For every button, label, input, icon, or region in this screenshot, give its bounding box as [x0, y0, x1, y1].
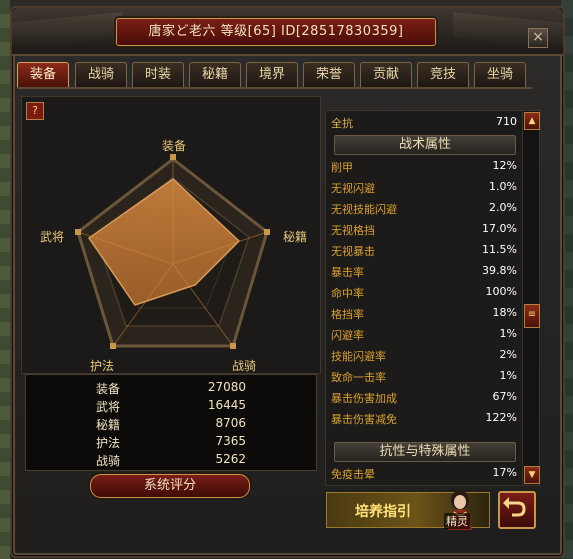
attribute-name: 免疫击晕	[331, 468, 375, 481]
window-title: 唐家ど老六 等级[65] ID[28517830359]	[116, 18, 436, 46]
attribute-value: 11.5%	[482, 243, 517, 256]
attribute-row: 技能闪避率 2%	[326, 345, 522, 366]
radar-label-guardian: 护法	[90, 359, 115, 373]
stat-value: 5262	[215, 452, 246, 466]
stat-row: 装备 27080	[26, 380, 316, 398]
tab-mount[interactable]: 坐骑	[474, 62, 526, 87]
attribute-row: 暴击伤害加成 67%	[326, 387, 522, 408]
attribute-value: 18%	[492, 306, 517, 319]
attribute-name: 无视暴击	[331, 245, 375, 258]
tab-realm[interactable]: 境界	[246, 62, 298, 87]
stat-row: 武将 16445	[26, 398, 316, 416]
tab-honor[interactable]: 荣誉	[303, 62, 355, 87]
attribute-value: 710	[496, 115, 517, 128]
return-arrow-icon	[503, 497, 526, 517]
attribute-name: 暴击伤害加成	[331, 392, 397, 405]
radar-label-secret-books: 秘籍	[283, 230, 308, 244]
tab-arena[interactable]: 竞技	[417, 62, 469, 87]
stat-name: 武将	[96, 400, 121, 414]
tab-contribution[interactable]: 贡献	[360, 62, 412, 87]
attribute-name: 格挡率	[331, 308, 364, 321]
attribute-name: 命中率	[331, 287, 364, 300]
attribute-value: 17.0%	[482, 222, 517, 235]
attribute-name: 削甲	[331, 161, 353, 174]
attribute-list: 全抗 710 战术属性 削甲 12% 无视闪避 1.0% 无视技能闪避 2.0% 无视…	[325, 110, 523, 486]
attribute-row: 命中率 100%	[326, 282, 522, 303]
attribute-name: 暴击伤害减免	[331, 413, 397, 426]
tab-secret-books[interactable]: 秘籍	[189, 62, 241, 87]
attribute-row: 格挡率 18%	[326, 303, 522, 324]
attribute-row-all-resist: 全抗 710	[326, 112, 522, 133]
system-rating-button[interactable]: 系统评分	[90, 474, 250, 498]
tab-divider	[17, 87, 532, 89]
scroll-thumb[interactable]: ≡	[524, 304, 540, 328]
attribute-value: 2.0%	[489, 201, 517, 214]
stat-value: 8706	[215, 416, 246, 430]
close-button[interactable]: ×	[528, 28, 548, 48]
attribute-row: 致命一击率 1%	[326, 366, 522, 387]
attribute-name: 全抗	[331, 117, 353, 130]
title-bar: 唐家ど老六 等级[65] ID[28517830359]	[12, 8, 563, 56]
stat-value: 7365	[215, 434, 246, 448]
stat-name: 装备	[96, 382, 121, 396]
stat-value: 27080	[207, 380, 246, 394]
attribute-value: 100%	[485, 285, 517, 298]
stat-row: 护法 7365	[26, 434, 316, 452]
tab-war-mount[interactable]: 战骑	[75, 62, 127, 87]
attribute-value: 39.8%	[482, 264, 517, 277]
attribute-row: 暴击伤害减免 122%	[326, 408, 522, 429]
attribute-name: 暴击率	[331, 266, 364, 279]
scroll-down-button[interactable]: ▼	[524, 466, 540, 484]
attribute-name: 无视技能闪避	[331, 203, 397, 216]
radar-label-general: 武将	[40, 230, 65, 244]
radar-label-war-mount: 战骑	[232, 359, 257, 373]
attribute-row: 暴击率 39.8%	[326, 261, 522, 282]
attribute-row: 削甲 12%	[326, 156, 522, 177]
stat-row: 战骑 5262	[26, 452, 316, 470]
cultivation-guide-label: 培养指引	[355, 504, 411, 520]
tab-fashion[interactable]: 时装	[132, 62, 184, 87]
attribute-name: 致命一击率	[331, 371, 386, 384]
backdrop-left	[0, 0, 10, 559]
attribute-name: 闪避率	[331, 329, 364, 342]
attribute-value: 122%	[485, 411, 517, 424]
section-header-resist-special: 抗性与特殊属性	[334, 442, 516, 462]
stat-row: 秘籍 8706	[26, 416, 316, 434]
scroll-up-button[interactable]: ▲	[524, 112, 540, 130]
attribute-row: 无视格挡 17.0%	[326, 219, 522, 240]
stat-value: 16445	[207, 398, 246, 412]
attribute-value: 17%	[492, 466, 517, 479]
return-button[interactable]	[498, 491, 536, 529]
radar-label-equipment: 装备	[162, 139, 187, 153]
stat-name: 护法	[96, 436, 121, 450]
attribute-value: 2%	[499, 348, 517, 361]
attribute-value: 67%	[492, 390, 517, 403]
attribute-value: 1%	[499, 369, 517, 382]
attribute-scrollbar[interactable]: ▲ ≡ ▼	[522, 110, 540, 486]
tab-equipment[interactable]: 装备	[17, 62, 69, 87]
left-horn-ornament	[12, 12, 122, 48]
attribute-row: 无视技能闪避 2.0%	[326, 198, 522, 219]
attribute-row: 免疫击晕 17%	[326, 463, 522, 484]
stat-name: 战骑	[96, 454, 121, 468]
attribute-name: 无视闪避	[331, 182, 375, 195]
attribute-value: 1%	[499, 327, 517, 340]
attribute-name: 技能闪避率	[331, 350, 386, 363]
sprite-label: 精灵	[444, 513, 470, 529]
attribute-value: 12%	[492, 159, 517, 172]
attribute-row: 无视暴击 11.5%	[326, 240, 522, 261]
attribute-row: 闪避率 1%	[326, 324, 522, 345]
section-header-tactical: 战术属性	[334, 135, 516, 155]
stats-summary: 装备 27080 武将 16445 秘籍 8706 护法 7365 战骑 526…	[25, 374, 317, 471]
attribute-value: 1.0%	[489, 180, 517, 193]
stat-name: 秘籍	[96, 418, 121, 432]
attribute-name: 无视格挡	[331, 224, 375, 237]
tab-bar: 装备 战骑 时装 秘籍 境界 荣誉 贡献 竞技 坐骑	[17, 62, 527, 87]
attribute-row: 无视闪避 1.0%	[326, 177, 522, 198]
